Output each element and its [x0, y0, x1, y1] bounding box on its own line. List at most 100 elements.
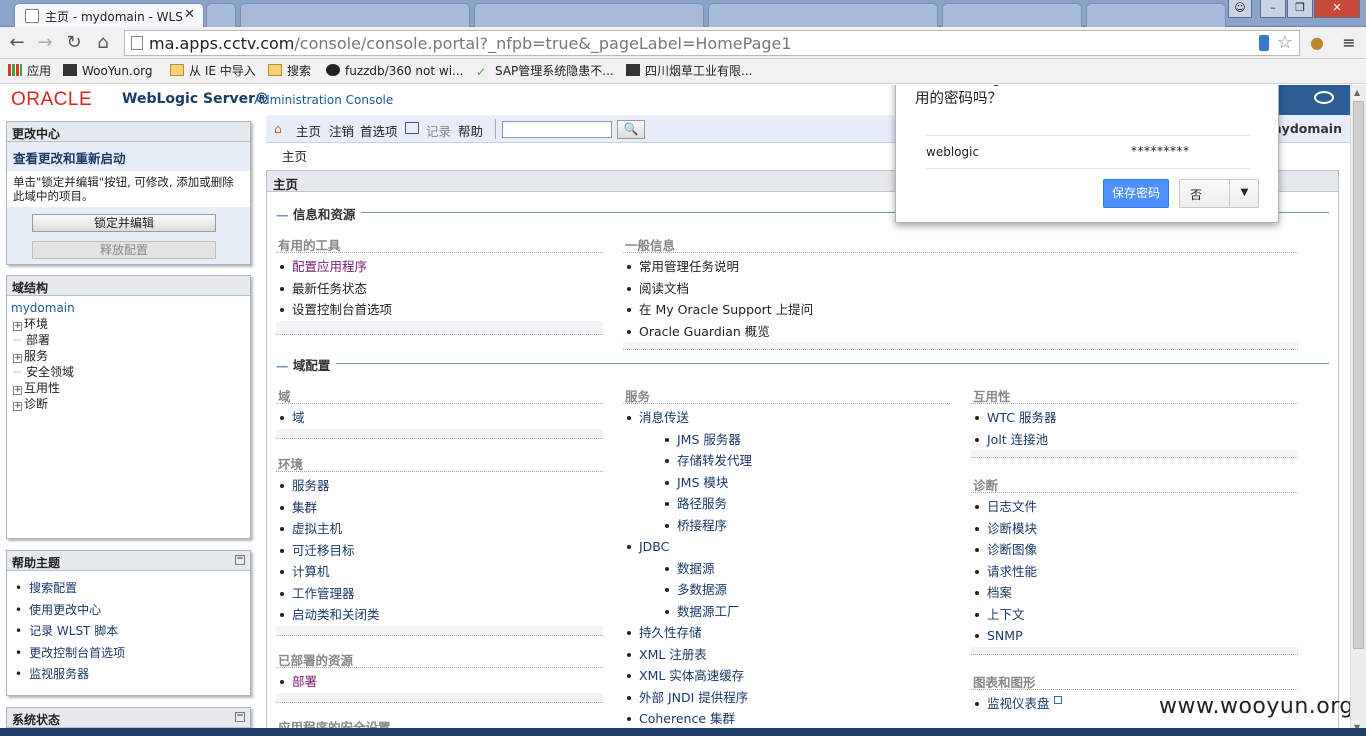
tree-node-environment[interactable]: + 环境: [11, 316, 246, 332]
link-diag-modules[interactable]: 诊断模块: [971, 518, 1298, 540]
nav-logout[interactable]: 注销: [329, 121, 354, 140]
link-oracle-guardian[interactable]: Oracle Guardian 概览: [623, 321, 1298, 343]
home-nav-icon[interactable]: ⌂: [274, 121, 282, 136]
link-snmp[interactable]: SNMP: [971, 625, 1298, 647]
page-scrollbar[interactable]: ▲ ▼: [1350, 85, 1366, 736]
tree-node-services[interactable]: + 服务: [11, 348, 246, 364]
bookmark-apps[interactable]: 应用: [8, 62, 51, 80]
link-path-services[interactable]: 路径服务: [623, 493, 950, 515]
link-domain[interactable]: 域: [276, 407, 603, 429]
expand-icon[interactable]: +: [13, 386, 22, 395]
help-link[interactable]: 记录 WLST 脚本: [15, 621, 250, 643]
link-data-source-factories[interactable]: 数据源工厂: [623, 601, 950, 623]
user-icon[interactable]: ☺: [1228, 0, 1252, 18]
no-button[interactable]: 否 ▼: [1179, 179, 1259, 208]
bookmark-search[interactable]: 搜索: [268, 62, 311, 80]
breadcrumb[interactable]: 主页: [282, 146, 307, 165]
link-task-status[interactable]: 最新任务状态: [276, 278, 603, 300]
help-link[interactable]: 使用更改中心: [15, 600, 250, 622]
link-clusters[interactable]: 集群: [276, 497, 603, 519]
link-archives[interactable]: 档案: [971, 582, 1298, 604]
tree-node-security-realms[interactable]: ┈ 安全领域: [11, 364, 246, 380]
link-request-performance[interactable]: 请求性能: [971, 561, 1298, 583]
link-oracle-support[interactable]: 在 My Oracle Support 上提问: [623, 299, 1298, 321]
link-log-files[interactable]: 日志文件: [971, 496, 1298, 518]
nav-home[interactable]: 主页: [296, 121, 321, 140]
tree-node-interoperability[interactable]: + 互用性: [11, 380, 246, 396]
address-bar[interactable]: ma.apps.cctv.com/console/console.portal?…: [124, 30, 1300, 56]
link-saf-agents[interactable]: 存储转发代理: [623, 450, 950, 472]
help-link[interactable]: 监视服务器: [15, 664, 250, 686]
link-work-managers[interactable]: 工作管理器: [276, 583, 603, 605]
tab-active[interactable]: 主页 - mydomain - WLS ✕: [14, 3, 204, 27]
tab-inactive[interactable]: [240, 3, 470, 27]
tree-node-deployments[interactable]: ┈ 部署: [11, 332, 246, 348]
bookmark-star-icon[interactable]: ☆: [1277, 32, 1293, 53]
reload-icon[interactable]: ↻: [63, 32, 85, 54]
link-migratable-targets[interactable]: 可迁移目标: [276, 540, 603, 562]
link-deployments[interactable]: 部署: [276, 671, 603, 693]
link-startup-shutdown[interactable]: 启动类和关闭类: [276, 604, 603, 626]
help-link[interactable]: 搜索配置: [15, 578, 250, 600]
link-machines[interactable]: 计算机: [276, 561, 603, 583]
record-icon[interactable]: [405, 122, 419, 134]
search-input[interactable]: [502, 121, 612, 138]
nav-record[interactable]: 记录: [426, 121, 451, 140]
help-link[interactable]: 更改控制台首选项: [15, 643, 250, 665]
lock-and-edit-button[interactable]: 锁定并编辑: [32, 214, 216, 232]
collapse-icon[interactable]: −: [235, 712, 245, 722]
close-window-icon[interactable]: ✕: [1314, 0, 1360, 18]
link-jms-modules[interactable]: JMS 模块: [623, 472, 950, 494]
home-icon[interactable]: ⌂: [92, 32, 114, 54]
forward-icon[interactable]: →: [34, 32, 56, 54]
link-read-docs[interactable]: 阅读文档: [623, 278, 1298, 300]
tree-node-diagnostics[interactable]: + 诊断: [11, 396, 246, 412]
menu-icon[interactable]: ≡: [1338, 32, 1360, 54]
link-virtual-hosts[interactable]: 虚拟主机: [276, 518, 603, 540]
restore-icon[interactable]: ❐: [1287, 0, 1313, 18]
link-servers[interactable]: 服务器: [276, 475, 603, 497]
password-key-icon[interactable]: [1259, 35, 1269, 51]
link-configure-apps[interactable]: 配置应用程序: [276, 256, 603, 278]
link-messaging[interactable]: 消息传送: [623, 407, 950, 429]
link-admin-tasks[interactable]: 常用管理任务说明: [623, 256, 1298, 278]
link-coherence-clusters[interactable]: Coherence 集群: [623, 708, 950, 730]
bookmark-sap[interactable]: ✓ SAP管理系统隐患不...: [476, 62, 614, 80]
bookmark-ie-import[interactable]: 从 IE 中导入: [170, 62, 256, 80]
link-foreign-jndi[interactable]: 外部 JNDI 提供程序: [623, 687, 950, 709]
extension-cookie-icon[interactable]: ●: [1306, 32, 1328, 54]
scroll-up-icon[interactable]: ▲: [1354, 88, 1360, 97]
view-changes-link[interactable]: 查看更改和重新启动: [7, 142, 250, 171]
tab-inactive[interactable]: [206, 3, 236, 27]
nav-preferences[interactable]: 首选项: [360, 121, 398, 140]
link-data-sources[interactable]: 数据源: [623, 558, 950, 580]
link-diag-images[interactable]: 诊断图像: [971, 539, 1298, 561]
bookmark-sichuan[interactable]: 四川烟草工业有限...: [626, 62, 752, 80]
search-button[interactable]: 🔍: [617, 120, 645, 139]
scrollbar-thumb[interactable]: [1353, 101, 1364, 649]
link-xml-registries[interactable]: XML 注册表: [623, 644, 950, 666]
back-icon[interactable]: ←: [6, 32, 28, 54]
close-tab-icon[interactable]: ✕: [184, 7, 195, 22]
link-jolt-pools[interactable]: Jolt 连接池: [971, 429, 1298, 451]
minimize-icon[interactable]: –: [1260, 0, 1286, 18]
link-bridges[interactable]: 桥接程序: [623, 515, 950, 537]
link-console-prefs[interactable]: 设置控制台首选项: [276, 299, 603, 321]
link-context[interactable]: 上下文: [971, 604, 1298, 626]
release-config-button[interactable]: 释放配置: [32, 241, 216, 259]
expand-icon[interactable]: +: [13, 354, 22, 363]
nav-help[interactable]: 帮助: [458, 121, 483, 140]
bookmark-wooyun[interactable]: WooYun.org: [63, 62, 153, 80]
link-jdbc[interactable]: JDBC: [623, 536, 950, 558]
bookmark-fuzzdb[interactable]: fuzzdb/360 not wi...: [326, 62, 463, 80]
save-password-button[interactable]: 保存密码: [1103, 179, 1169, 208]
tab-inactive[interactable]: [942, 3, 1082, 27]
link-persistent-stores[interactable]: 持久性存储: [623, 622, 950, 644]
expand-icon[interactable]: +: [13, 402, 22, 411]
tab-inactive[interactable]: [1086, 3, 1226, 27]
link-xml-entity-caches[interactable]: XML 实体高速缓存: [623, 665, 950, 687]
tab-inactive[interactable]: [708, 3, 938, 27]
dropdown-arrow-icon[interactable]: ▼: [1229, 180, 1259, 207]
tree-root-mydomain[interactable]: mydomain: [11, 300, 246, 316]
link-multi-data-sources[interactable]: 多数据源: [623, 579, 950, 601]
